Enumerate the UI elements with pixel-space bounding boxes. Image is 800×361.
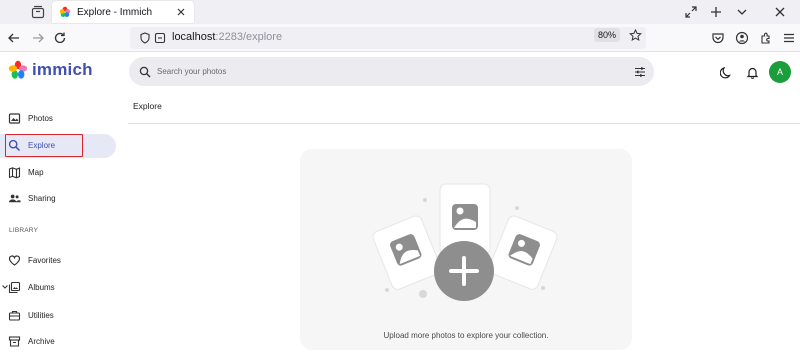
upload-photos-illustration[interactable] <box>365 178 561 306</box>
sidebar-item-label: Photos <box>28 114 53 123</box>
immich-logo-icon <box>8 60 28 80</box>
back-arrow-icon[interactable] <box>6 30 22 46</box>
browser-nav-bar: localhost:2283/explore 80% <box>0 24 800 52</box>
zoom-level-badge[interactable]: 80% <box>594 28 621 42</box>
close-window-icon[interactable] <box>772 4 788 20</box>
extensions-icon[interactable] <box>758 30 774 46</box>
sidebar-item-label: Archive <box>28 337 55 346</box>
close-icon[interactable] <box>174 5 188 19</box>
library-heading: LIBRARY <box>9 227 39 234</box>
filter-options-icon[interactable] <box>633 65 646 78</box>
sidebar-item-label: Albums <box>28 283 55 292</box>
page-title: Explore <box>133 101 162 111</box>
sidebar-item-label: Map <box>28 168 44 177</box>
photos-icon <box>8 112 21 125</box>
notification-bell-icon[interactable] <box>745 65 759 79</box>
chevron-down-icon[interactable] <box>734 4 750 20</box>
sidebar-item-sharing[interactable]: Sharing <box>0 187 116 211</box>
sidebar-item-favorites[interactable]: Favorites <box>0 249 116 273</box>
archive-icon <box>8 335 21 348</box>
address-bar[interactable]: localhost:2283/explore <box>130 27 646 49</box>
bookmark-star-icon[interactable] <box>628 28 642 42</box>
search-input[interactable] <box>157 57 617 86</box>
logo-text: immich <box>32 60 93 79</box>
sidebar-item-utilities[interactable]: Utilities <box>0 304 116 328</box>
tab-list-icon[interactable] <box>30 4 46 20</box>
app-header: immich A <box>0 52 800 92</box>
browser-tab-strip: Explore - Immich <box>0 0 800 24</box>
heart-icon <box>8 254 21 267</box>
menu-hamburger-icon[interactable] <box>781 30 797 46</box>
header-divider <box>128 123 800 124</box>
expand-window-icon[interactable] <box>683 4 699 20</box>
selection-highlight-box <box>5 134 83 157</box>
album-icon <box>8 281 21 294</box>
people-icon <box>8 192 21 205</box>
immich-logo[interactable]: immich <box>8 60 93 80</box>
dark-mode-moon-icon[interactable] <box>719 65 733 79</box>
sidebar-item-albums[interactable]: Albums <box>0 276 116 300</box>
reload-icon[interactable] <box>52 30 68 46</box>
new-tab-plus-icon[interactable] <box>708 4 724 20</box>
tab-title: Explore - Immich <box>77 6 153 18</box>
sidebar-item-label: Sharing <box>28 194 56 203</box>
url-text: localhost:2283/explore <box>172 31 283 43</box>
browser-tab[interactable]: Explore - Immich <box>52 1 194 23</box>
account-icon[interactable] <box>734 30 750 46</box>
forward-arrow-icon[interactable] <box>30 30 46 46</box>
search-bar[interactable] <box>129 57 654 86</box>
shield-icon[interactable] <box>138 31 152 45</box>
sidebar-item-label: Favorites <box>28 256 61 265</box>
toolbox-icon <box>8 309 21 322</box>
sidebar-item-photos[interactable]: Photos <box>0 107 116 131</box>
sidebar-item-archive[interactable]: Archive <box>0 330 116 354</box>
map-icon <box>8 166 21 179</box>
pocket-icon[interactable] <box>710 30 726 46</box>
empty-state-message: Upload more photos to explore your colle… <box>383 331 549 340</box>
immich-favicon-icon <box>59 6 71 18</box>
user-avatar[interactable]: A <box>769 61 791 83</box>
page-info-icon[interactable] <box>153 31 167 45</box>
search-icon[interactable] <box>138 65 151 78</box>
sidebar-item-map[interactable]: Map <box>0 161 116 185</box>
sidebar-item-label: Utilities <box>28 311 54 320</box>
